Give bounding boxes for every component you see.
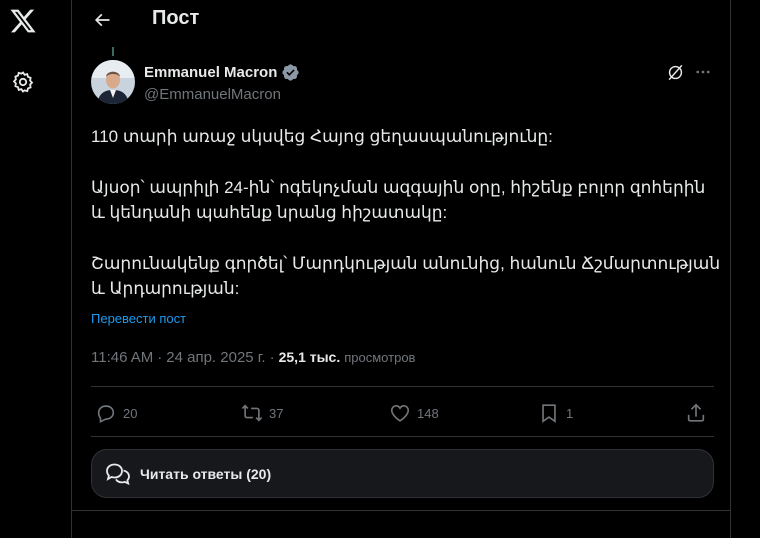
bookmark-count: 1 xyxy=(566,405,574,421)
divider xyxy=(91,386,714,387)
repost-count: 37 xyxy=(269,405,284,421)
x-logo-icon[interactable] xyxy=(8,6,38,36)
bookmark-icon xyxy=(542,404,556,423)
page-title: Пост xyxy=(152,7,200,29)
read-replies-label: Читать ответы (20) xyxy=(140,465,272,482)
divider xyxy=(72,510,730,511)
tweet-text: 110 տարի առաջ սկսվեց Հայոց ցեղասպանությո… xyxy=(91,124,721,301)
like-count: 148 xyxy=(417,405,439,421)
meta-separator: · xyxy=(157,349,163,366)
divider xyxy=(91,436,714,437)
more-icon[interactable] xyxy=(692,61,714,83)
bookmark-button[interactable]: 1 xyxy=(538,402,573,424)
post-date[interactable]: 24 апр. 2025 г. xyxy=(166,349,265,366)
action-bar: 20 37 148 1 xyxy=(91,398,714,432)
verified-badge-icon xyxy=(281,63,300,82)
tweet-paragraph: Այսօր՝ ապրիլի 24-ին՝ ոգեկոչման ազգային օ… xyxy=(91,178,706,222)
author-name[interactable]: Emmanuel Macron xyxy=(144,64,277,81)
reply-icon xyxy=(97,405,115,424)
grok-icon[interactable] xyxy=(664,61,686,83)
views-count: 25,1 тыс. xyxy=(278,349,341,365)
reply-button[interactable]: 20 xyxy=(95,402,137,424)
post-meta: 11:46 AM · 24 апр. 2025 г. · 25,1 тыс. п… xyxy=(91,349,415,366)
like-icon xyxy=(390,405,410,422)
reply-count: 20 xyxy=(123,405,138,421)
repost-button[interactable]: 37 xyxy=(241,402,283,424)
repost-icon xyxy=(241,404,263,422)
meta-separator: · xyxy=(269,349,275,366)
author-name-row: Emmanuel Macron xyxy=(144,63,300,82)
like-button[interactable]: 148 xyxy=(389,402,439,424)
gear-icon[interactable] xyxy=(9,68,37,96)
share-icon xyxy=(687,403,705,422)
chat-bubbles-icon xyxy=(106,463,130,485)
thread-line xyxy=(112,47,114,56)
avatar[interactable] xyxy=(91,60,135,104)
back-arrow-icon[interactable] xyxy=(90,8,114,32)
views-label: просмотров xyxy=(344,350,416,365)
share-button[interactable] xyxy=(685,402,707,424)
left-rail xyxy=(0,0,46,538)
translate-post-link[interactable]: Перевести пост xyxy=(91,311,186,326)
post-column: Пост Emmanuel Macron @EmmanuelMacron 110… xyxy=(71,0,731,538)
header: Пост xyxy=(72,0,730,40)
tweet-paragraph: Շարունակենք գործել՝ Մարդկության անունից,… xyxy=(91,254,721,298)
read-replies-button[interactable]: Читать ответы (20) xyxy=(91,449,714,498)
tweet-paragraph: 110 տարի առաջ սկսվեց Հայոց ցեղասպանությո… xyxy=(91,127,553,146)
post-time[interactable]: 11:46 AM xyxy=(91,349,153,366)
author-handle[interactable]: @EmmanuelMacron xyxy=(144,86,281,103)
